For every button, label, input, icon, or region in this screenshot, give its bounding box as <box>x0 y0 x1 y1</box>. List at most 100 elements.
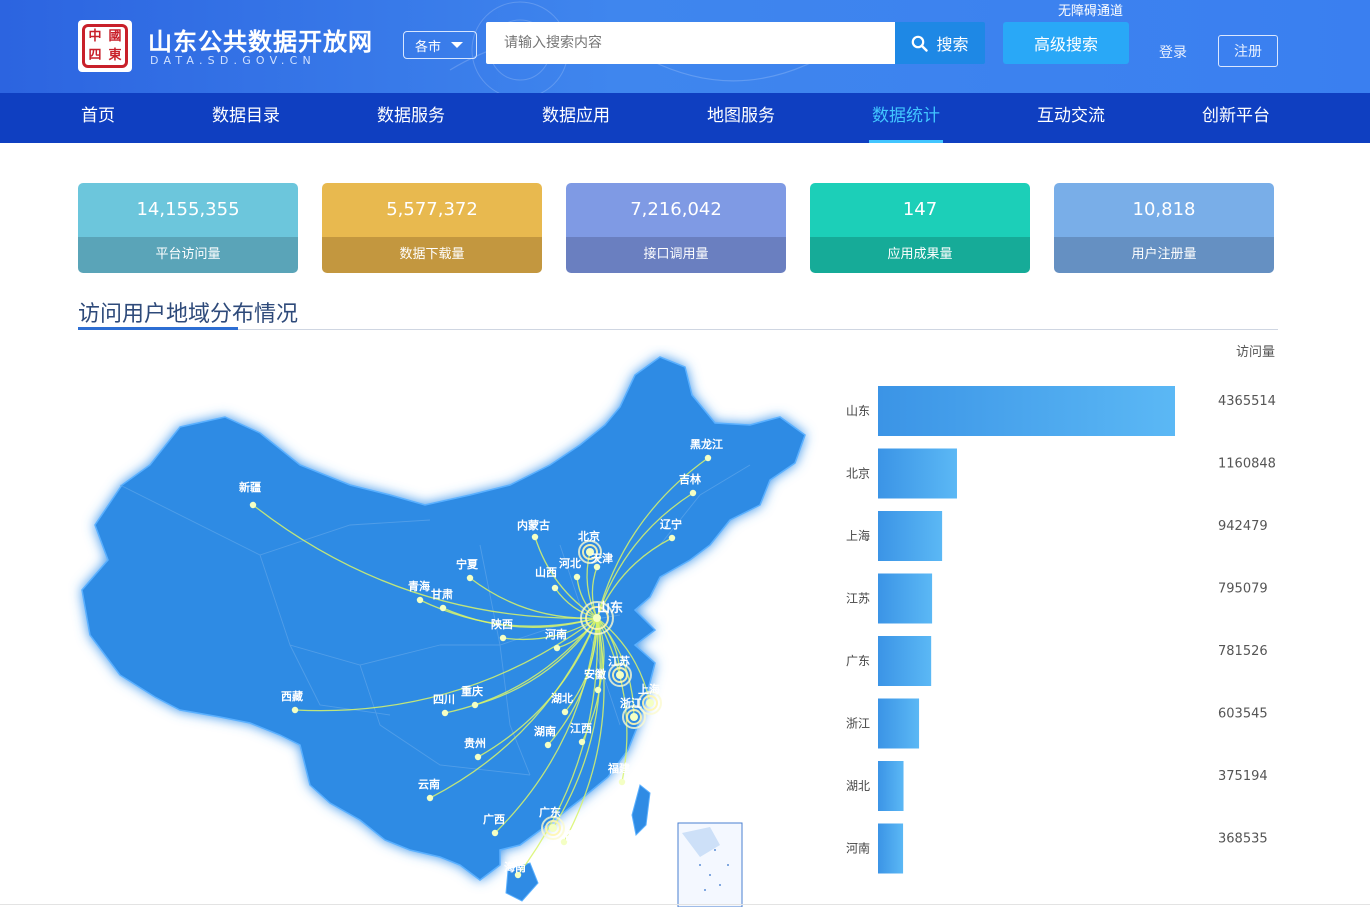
province-label: 安徽 <box>584 667 607 681</box>
province-label: 广西 <box>483 812 505 826</box>
province-label: 福建 <box>607 761 631 775</box>
login-link[interactable]: 登录 <box>1159 42 1187 62</box>
bar-category-label: 北京 <box>846 467 870 481</box>
city-marker[interactable] <box>704 454 712 462</box>
search-button[interactable]: 搜索 <box>895 22 985 64</box>
bar-category-label: 上海 <box>846 528 870 543</box>
seal-char: 四 <box>88 47 102 63</box>
stat-value: 7,216,042 <box>566 183 786 237</box>
city-marker[interactable] <box>578 738 586 746</box>
province-label: 宁夏 <box>456 557 479 571</box>
city-marker[interactable] <box>668 534 676 542</box>
stat-label: 平台访问量 <box>78 237 298 273</box>
city-marker[interactable] <box>474 753 482 761</box>
map-canvas: 新疆西藏 青海甘肃 宁夏 内蒙古山西陕西四川重庆云南 贵州广西 广东 湖南 湖北 河南 河北 北京天… <box>81 356 806 908</box>
city-marker[interactable] <box>499 634 507 642</box>
nav-item-home[interactable]: 首页 <box>81 93 115 143</box>
nav-item-innovation[interactable]: 创新平台 <box>1202 93 1270 143</box>
city-marker[interactable] <box>553 644 561 652</box>
bar[interactable] <box>878 386 1175 436</box>
bar-value-label: 368535 <box>1218 832 1268 847</box>
search-input[interactable] <box>486 22 895 64</box>
value-axis-label: 访问量 <box>1236 345 1275 360</box>
stat-card-visits: 14,155,355 平台访问量 <box>78 183 298 273</box>
bar-value-label: 603545 <box>1218 707 1268 722</box>
province-label: 江苏 <box>608 654 630 668</box>
stat-label: 应用成果量 <box>810 237 1030 273</box>
stat-card-users: 10,818 用户注册量 <box>1054 183 1274 273</box>
bar[interactable] <box>878 823 904 874</box>
city-marker[interactable] <box>630 713 638 721</box>
city-marker[interactable] <box>426 794 434 802</box>
province-label: 黑龙江 <box>690 437 723 451</box>
stat-card-downloads: 5,577,372 数据下载量 <box>322 183 542 273</box>
nav-item-apps[interactable]: 数据应用 <box>542 93 610 143</box>
visits-bar-chart[interactable]: 访问量 山东 4365514 北京 1160848 上海 942479 江苏 795079 广东… <box>830 335 1310 895</box>
stat-value: 147 <box>810 183 1030 237</box>
bar-value-label: 1160848 <box>1218 457 1276 472</box>
stat-value: 14,155,355 <box>78 183 298 237</box>
site-logo[interactable]: 中 國 四 東 <box>78 20 132 72</box>
city-marker[interactable] <box>471 701 479 709</box>
city-marker[interactable] <box>441 709 449 717</box>
nav-item-map[interactable]: 地图服务 <box>707 93 775 143</box>
city-marker[interactable] <box>594 686 602 694</box>
city-marker[interactable] <box>689 489 697 497</box>
register-button[interactable]: 注册 <box>1218 35 1278 67</box>
city-marker[interactable] <box>531 533 539 541</box>
province-label: 辽宁 <box>660 517 682 531</box>
bar[interactable] <box>878 511 943 561</box>
bar[interactable] <box>878 573 933 624</box>
city-marker[interactable] <box>646 699 654 707</box>
nav-item-interaction[interactable]: 互动交流 <box>1037 93 1105 143</box>
city-marker[interactable] <box>291 706 299 714</box>
nav-item-services[interactable]: 数据服务 <box>377 93 445 143</box>
nav-item-statistics[interactable]: 数据统计 <box>869 93 943 143</box>
city-marker[interactable] <box>549 824 557 832</box>
city-marker[interactable] <box>561 708 569 716</box>
stat-label: 用户注册量 <box>1054 237 1274 273</box>
stat-label: 接口调用量 <box>566 237 786 273</box>
city-marker[interactable] <box>466 574 474 582</box>
advanced-search-button[interactable]: 高级搜索 <box>1003 22 1129 64</box>
province-label: 四川 <box>433 693 455 706</box>
province-label: 海南 <box>504 860 526 874</box>
site-title[interactable]: 山东公共数据开放网 <box>148 22 373 57</box>
city-marker[interactable] <box>249 501 257 509</box>
seal-char: 中 <box>88 29 102 44</box>
south-china-sea-inset <box>677 822 743 908</box>
stat-value: 10,818 <box>1054 183 1274 237</box>
city-marker[interactable] <box>616 671 624 679</box>
bar[interactable] <box>878 636 932 686</box>
province-label: 山西 <box>535 565 557 579</box>
search-button-label: 搜索 <box>936 35 969 54</box>
province-label: 甘肃 <box>431 587 453 601</box>
bar-value-label: 942479 <box>1218 519 1268 534</box>
stat-label: 数据下载量 <box>322 237 542 273</box>
city-marker[interactable] <box>416 596 424 604</box>
bar[interactable] <box>878 698 920 749</box>
bar[interactable] <box>878 448 957 499</box>
china-flow-map[interactable]: 新疆 西藏 青海 甘肃 宁夏 内蒙古 山西 陕西 四川 重庆 云南 贵州 广西 广东 湖南 湖北 河南 河北 北京天… <box>60 345 820 908</box>
bar[interactable] <box>878 761 904 811</box>
city-marker[interactable] <box>573 573 581 581</box>
search-icon <box>912 35 929 52</box>
bar-category-label: 湖北 <box>846 778 870 793</box>
stat-card-api-calls: 7,216,042 接口调用量 <box>566 183 786 273</box>
city-marker[interactable] <box>544 741 552 749</box>
province-label: 天津 <box>591 551 613 565</box>
city-marker[interactable] <box>618 778 626 786</box>
city-select[interactable]: 各市 <box>403 31 477 59</box>
province-label: 陕西 <box>491 617 513 631</box>
bar-value-label: 795079 <box>1218 582 1268 597</box>
city-marker[interactable] <box>439 604 447 612</box>
seal-char: 國 <box>108 29 122 44</box>
city-marker[interactable] <box>491 829 499 837</box>
section-title-underline <box>78 327 238 330</box>
province-label: 北京 <box>578 529 600 543</box>
province-label: 湖北 <box>551 691 573 705</box>
city-marker[interactable] <box>551 584 559 592</box>
main-nav: 首页 数据目录 数据服务 数据应用 地图服务 数据统计 互动交流 创新平台 <box>0 93 1370 143</box>
accessibility-link[interactable]: 无障碍通道 <box>1058 0 1123 19</box>
nav-item-catalog[interactable]: 数据目录 <box>212 93 280 143</box>
